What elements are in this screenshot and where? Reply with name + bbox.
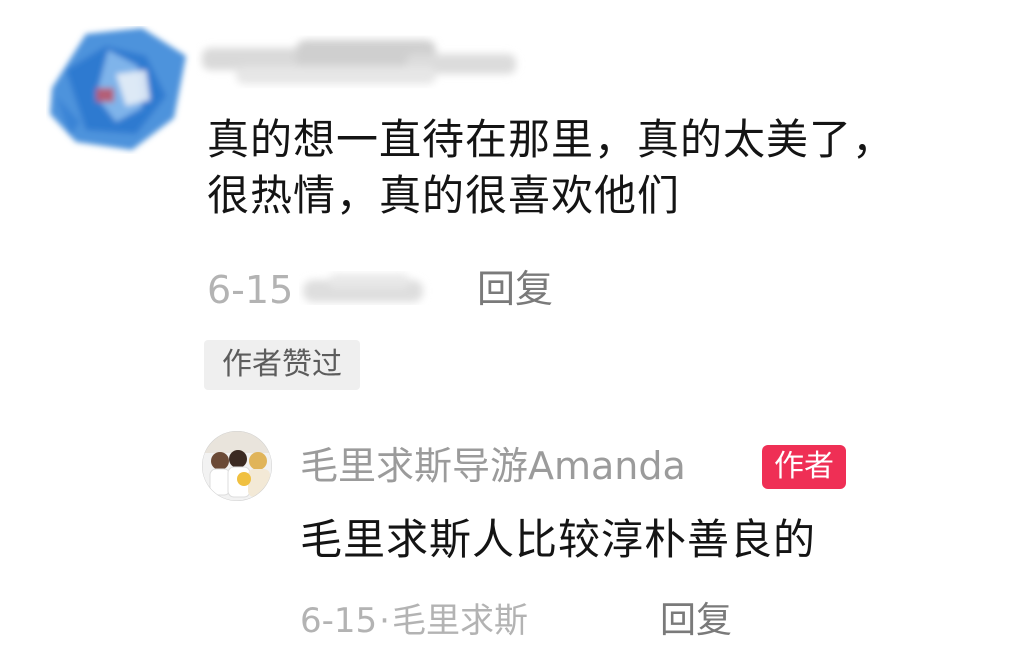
comment-meta: 6-15 回复 (207, 262, 707, 318)
comment-date: 6-15 (207, 268, 294, 312)
author-photo-icon (202, 431, 272, 501)
meta-separator: · (379, 601, 390, 641)
reply-button[interactable]: 回复 (477, 266, 553, 312)
author-avatar[interactable] (202, 431, 272, 501)
blurred-username[interactable] (196, 34, 526, 96)
blur-mask-icon (202, 40, 516, 84)
comment-line-2: 很热情，真的很喜欢他们 (207, 171, 681, 220)
blur-mask-icon (303, 274, 423, 302)
comment-body: 真的想一直待在那里，真的太美了， 很热情，真的很喜欢他们 (207, 112, 1007, 224)
author-tag: 作者 (762, 445, 846, 489)
blurred-avatar-icon (50, 28, 186, 150)
author-name[interactable]: 毛里求斯导游Amanda (300, 442, 686, 490)
blurred-location (299, 264, 439, 316)
reply-location: 毛里求斯 (391, 601, 528, 641)
reply-meta: 6-15·毛里求斯 (300, 598, 528, 644)
author-liked-badge: 作者赞过 (204, 340, 360, 390)
reply-date: 6-15 (300, 601, 378, 641)
reply-to-reply-button[interactable]: 回复 (660, 598, 732, 644)
comment-thread: 真的想一直待在那里，真的太美了， 很热情，真的很喜欢他们 6-15 回复 作者赞… (0, 0, 1024, 666)
reply-body: 毛里求斯人比较淳朴善良的 (300, 515, 817, 564)
commenter-avatar[interactable] (46, 26, 192, 154)
comment-line-1: 真的想一直待在那里，真的太美了， (207, 115, 896, 164)
